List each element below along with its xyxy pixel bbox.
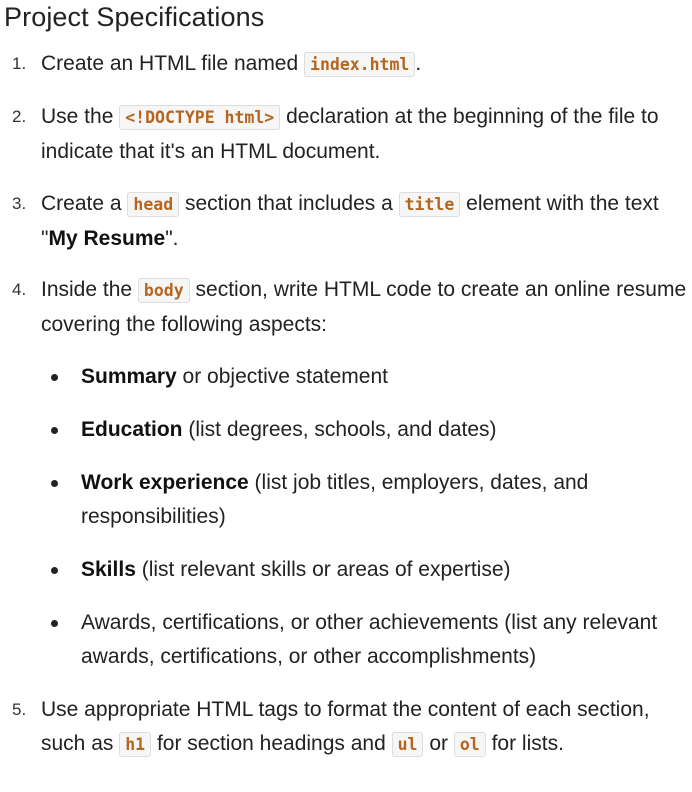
step-text-segment: for section headings and bbox=[156, 732, 386, 755]
inline-code: body bbox=[137, 278, 190, 303]
step-text: Use appropriate HTML tags to format the … bbox=[41, 693, 691, 762]
aspect-description: or objective statement bbox=[176, 365, 388, 388]
inline-code: <!DOCTYPE html> bbox=[119, 105, 281, 130]
aspect-text: Work experience (list job titles, employ… bbox=[81, 466, 692, 534]
aspect-text: Education (list degrees, schools, and da… bbox=[81, 413, 692, 447]
step-text: Create an HTML file named index.html. bbox=[41, 47, 691, 82]
step-text-segment: Inside the bbox=[41, 278, 133, 301]
bullet-icon bbox=[51, 480, 58, 487]
bold-text: Work experience bbox=[81, 471, 249, 494]
step-text: Create a head section that includes a ti… bbox=[41, 187, 691, 256]
bold-text: Summary bbox=[81, 365, 177, 388]
bullet-icon bbox=[51, 427, 58, 434]
inline-code: index.html bbox=[304, 52, 416, 77]
step-text-segment: . bbox=[415, 52, 422, 75]
step-number: 3. bbox=[12, 194, 27, 213]
page-title: Project Specifications bbox=[4, 2, 265, 32]
bold-text: My Resume bbox=[48, 227, 166, 250]
step-text: Inside the body section, write HTML code… bbox=[41, 273, 691, 342]
step-number: 5. bbox=[12, 700, 27, 719]
project-specifications-document: Project Specifications 1. Create an HTML… bbox=[0, 0, 692, 792]
bold-text: Education bbox=[81, 418, 183, 441]
aspect-text: Awards, certifications, or other achieve… bbox=[81, 606, 692, 674]
inline-code: head bbox=[127, 192, 180, 217]
step-text-segment: Create an HTML file named bbox=[41, 52, 299, 75]
aspect-text: Summary or objective statement bbox=[81, 360, 692, 394]
bullet-icon bbox=[51, 567, 58, 574]
bold-text: Skills bbox=[81, 558, 136, 581]
aspect-text: Skills (list relevant skills or areas of… bbox=[81, 553, 692, 587]
inline-code: ol bbox=[453, 732, 486, 757]
inline-code: title bbox=[398, 192, 461, 217]
step-text: Use the <!DOCTYPE html> declaration at t… bbox=[41, 100, 691, 169]
aspect-description: Awards, certifications, or other achieve… bbox=[81, 611, 658, 668]
step-text-segment: ". bbox=[165, 227, 179, 250]
step-text-segment: Use the bbox=[41, 105, 114, 128]
step-text-segment: or bbox=[429, 732, 449, 755]
inline-code: h1 bbox=[119, 732, 152, 757]
bullet-icon bbox=[51, 374, 58, 381]
aspect-description: (list degrees, schools, and dates) bbox=[182, 418, 497, 441]
step-text-segment: section that includes a bbox=[184, 192, 393, 215]
step-text-segment: Create a bbox=[41, 192, 122, 215]
step-number: 2. bbox=[12, 107, 27, 126]
step-number: 4. bbox=[12, 280, 27, 299]
inline-code: ul bbox=[391, 732, 424, 757]
step-text-segment: for lists. bbox=[491, 732, 564, 755]
step-number: 1. bbox=[12, 54, 27, 73]
aspect-description: (list relevant skills or areas of expert… bbox=[135, 558, 511, 581]
bullet-icon bbox=[51, 620, 58, 627]
